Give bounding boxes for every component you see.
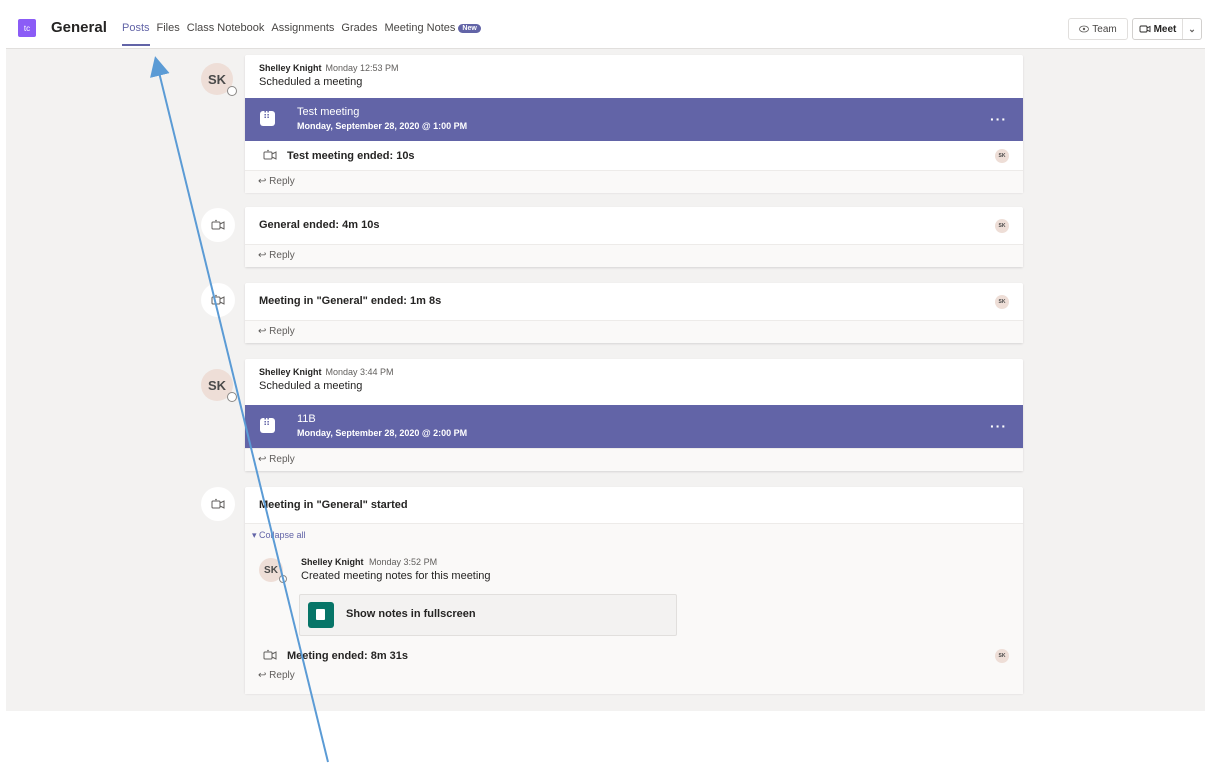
post-card-5: Meeting in "General" started ▾ Collapse … — [245, 487, 1023, 694]
meeting-card[interactable]: 11B Monday, September 28, 2020 @ 2:00 PM… — [245, 405, 1023, 448]
participant-avatar[interactable]: SK — [995, 149, 1009, 163]
call-icon — [201, 283, 235, 317]
meeting-title: 11B — [297, 413, 316, 425]
team-avatar[interactable]: tc — [18, 19, 36, 37]
calendar-icon — [260, 111, 275, 126]
meet-button[interactable]: Meet ⌄ — [1132, 18, 1202, 40]
more-options-icon[interactable]: ··· — [990, 418, 1007, 434]
avatar-initials: SK — [207, 71, 227, 87]
meeting-started-title: Meeting in "General" started — [259, 499, 408, 511]
meeting-title: Test meeting — [297, 106, 360, 118]
reply-text: Reply — [269, 454, 295, 465]
team-button-label: Team — [1092, 23, 1117, 35]
reply-text: Created meeting notes for this meeting — [301, 570, 491, 582]
author-name: Shelley Knight — [259, 367, 322, 377]
participant-avatar[interactable]: SK — [995, 295, 1009, 309]
tab-files[interactable]: Files — [157, 22, 180, 34]
tab-assignments[interactable]: Assignments — [271, 22, 334, 34]
team-button[interactable]: Team — [1068, 18, 1128, 40]
tab-meeting-notes-label: Meeting Notes — [384, 22, 456, 34]
tab-posts[interactable]: Posts — [122, 22, 150, 46]
participant-avatar[interactable]: SK — [995, 219, 1009, 233]
post-card-3: Meeting in "General" ended: 1m 8s SK ↩ R… — [245, 283, 1023, 343]
meeting-ended-title: General ended: 4m 10s — [259, 219, 380, 231]
avatar[interactable]: SK — [201, 369, 237, 402]
reply-label: ↩ Reply — [258, 250, 295, 261]
meeting-ended-text: Test meeting ended: 10s — [287, 150, 415, 162]
reply-text: Reply — [269, 670, 295, 681]
participant-avatar[interactable]: SK — [995, 649, 1009, 663]
tab-grades[interactable]: Grades — [341, 22, 377, 34]
meeting-date: Monday, September 28, 2020 @ 2:00 PM — [297, 428, 468, 438]
meet-button-label: Meet — [1153, 23, 1177, 35]
eye-icon — [1079, 24, 1090, 34]
reply-button[interactable]: ↩ Reply — [245, 320, 1023, 343]
avatar[interactable]: SK — [259, 558, 287, 583]
video-camera-icon — [1139, 24, 1151, 34]
avatar-initials: SK — [264, 564, 278, 576]
post-card-1: Shelley Knight Monday 12:53 PM Scheduled … — [245, 55, 1023, 193]
post-time: Monday 3:44 PM — [325, 367, 394, 377]
channel-header: tc General Posts Files Class Notebook As… — [6, 8, 1205, 49]
post-author-line: Shelley Knight Monday 12:53 PM — [259, 63, 399, 73]
call-icon — [201, 487, 235, 521]
show-notes-label: Show notes in fullscreen — [346, 608, 476, 620]
reply-label: ↩ Reply — [258, 326, 295, 337]
post-author-line: Shelley Knight Monday 3:44 PM — [259, 367, 394, 377]
post-time: Monday 12:53 PM — [325, 63, 399, 73]
post-card-2: General ended: 4m 10s SK ↩ Reply — [245, 207, 1023, 267]
avatar[interactable]: SK — [201, 63, 237, 96]
reply-button[interactable]: ↩ Reply — [245, 244, 1023, 267]
reply-text: Reply — [269, 326, 295, 337]
channel-tabs: Posts Files Class Notebook Assignments G… — [122, 22, 481, 46]
reply-button[interactable]: ↩ Reply — [245, 448, 1023, 471]
tab-class-notebook[interactable]: Class Notebook — [187, 22, 265, 34]
notes-icon — [308, 602, 334, 628]
reply-text: Reply — [269, 250, 295, 261]
reply-label: ↩ Reply — [258, 176, 295, 187]
reply-text: Reply — [269, 176, 295, 187]
presence-status-icon — [227, 86, 237, 96]
meeting-date: Monday, September 28, 2020 @ 1:00 PM — [297, 121, 468, 131]
thread-replies: ▾ Collapse all SK Shelley Knight Monday … — [245, 523, 1023, 694]
collapse-all-label: Collapse all — [259, 530, 306, 540]
tab-meeting-notes[interactable]: Meeting Notes New — [384, 22, 481, 34]
author-name: Shelley Knight — [301, 557, 364, 567]
collapse-all-button[interactable]: ▾ Collapse all — [252, 530, 306, 541]
avatar-initials: SK — [207, 377, 227, 393]
call-icon — [201, 208, 235, 242]
post-card-4: Shelley Knight Monday 3:44 PM Scheduled a… — [245, 359, 1023, 471]
presence-status-icon — [279, 575, 287, 583]
reply-author-line: Shelley Knight Monday 3:52 PM — [301, 557, 437, 567]
reply-label: ↩ Reply — [258, 454, 295, 465]
chevron-down-icon[interactable]: ⌄ — [1183, 24, 1201, 35]
meeting-ended-title: Meeting in "General" ended: 1m 8s — [259, 295, 442, 307]
video-camera-icon — [263, 649, 277, 661]
new-badge: New — [458, 24, 481, 33]
calendar-icon — [260, 418, 275, 433]
reply-button[interactable]: ↩ Reply — [245, 170, 1023, 193]
reply-button[interactable]: ↩ Reply — [258, 670, 295, 681]
post-subtitle: Scheduled a meeting — [259, 76, 363, 88]
post-subtitle: Scheduled a meeting — [259, 380, 363, 392]
channel-title: General — [51, 19, 107, 36]
post-time: Monday 3:52 PM — [369, 557, 438, 567]
meeting-card[interactable]: Test meeting Monday, September 28, 2020 … — [245, 98, 1023, 141]
teams-channel-view: tc General Posts Files Class Notebook As… — [6, 8, 1205, 711]
meet-now-button[interactable]: Meet — [1133, 19, 1183, 39]
video-camera-icon — [263, 149, 277, 161]
meeting-ended-text: Meeting ended: 8m 31s — [287, 650, 409, 662]
presence-status-icon — [227, 392, 237, 402]
meeting-ended-row: Test meeting ended: 10s SK — [245, 141, 1023, 171]
author-name: Shelley Knight — [259, 63, 322, 73]
more-options-icon[interactable]: ··· — [990, 111, 1007, 127]
show-notes-button[interactable]: Show notes in fullscreen — [299, 594, 677, 636]
